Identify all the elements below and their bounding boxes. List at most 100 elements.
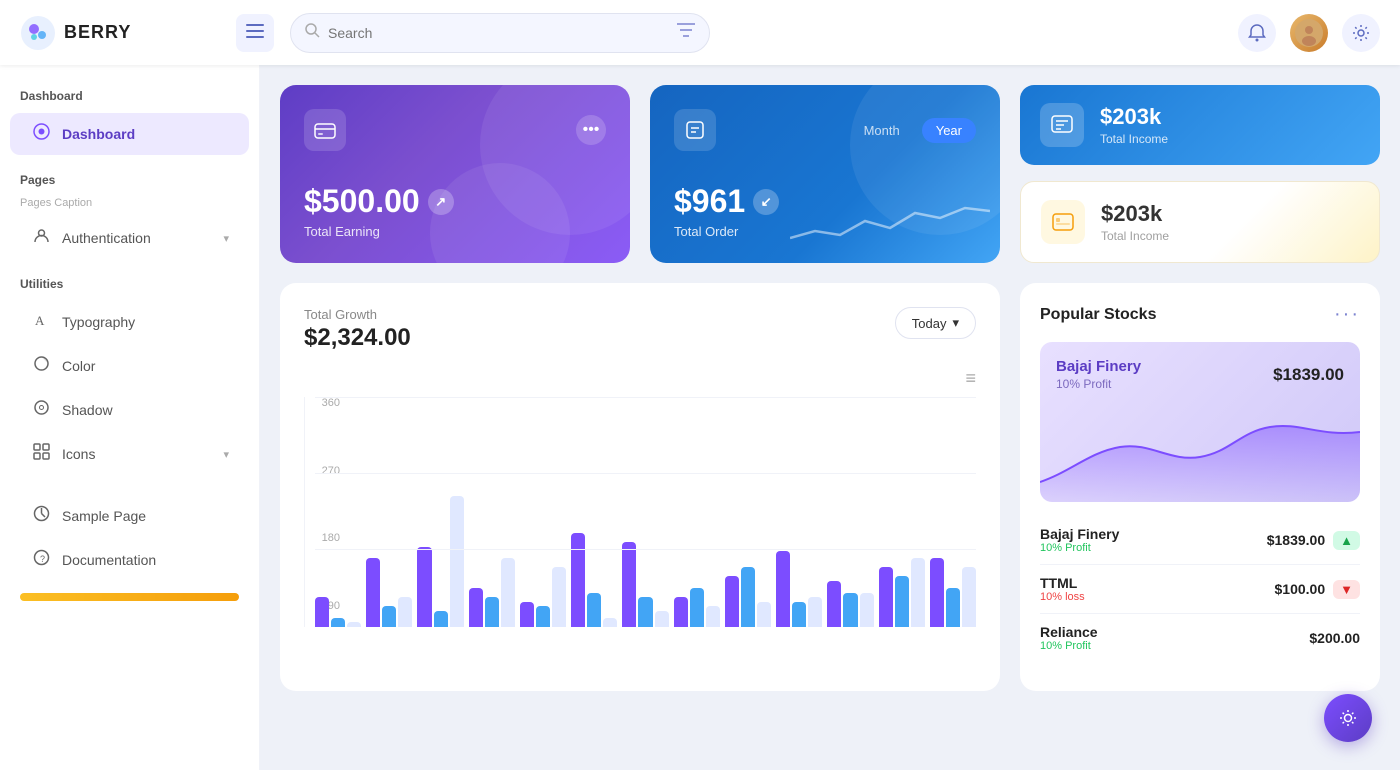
stocks-header: Popular Stocks ··· (1040, 303, 1360, 326)
tab-month-button[interactable]: Month (850, 118, 914, 143)
today-button[interactable]: Today ▾ (895, 307, 976, 339)
bar-group-8 (674, 397, 720, 627)
stock-price-ttml: $100.00 (1275, 581, 1326, 597)
bar-group-7 (622, 397, 668, 627)
total-income-blue-label: Total Income (1100, 132, 1168, 146)
stock-row-ttml: TTML 10% loss $100.00 ▼ (1040, 565, 1360, 614)
settings-button[interactable] (1342, 14, 1380, 52)
pages-caption: Pages Caption (0, 195, 259, 215)
total-income-blue-amount: $203k (1100, 104, 1168, 130)
icons-icon (30, 443, 52, 465)
dropdown-arrow-icon: ▾ (952, 315, 959, 331)
earning-amount: $500.00 ↗ (304, 183, 606, 220)
sidebar-item-icons-label: Icons (62, 446, 213, 462)
sidebar-item-sample-page-label: Sample Page (62, 508, 229, 524)
order-card-icon (674, 109, 716, 151)
income-yellow-icon (1041, 200, 1085, 244)
bar-group-11 (827, 397, 873, 627)
sidebar-item-shadow-label: Shadow (62, 402, 229, 418)
sidebar-item-sample-page[interactable]: Sample Page (10, 495, 249, 537)
featured-stock: Bajaj Finery 10% Profit $1839.00 (1040, 342, 1360, 502)
sidebar-item-authentication-label: Authentication (62, 230, 213, 246)
chevron-down-icon: ▾ (223, 232, 229, 245)
stock-row-bajaj: Bajaj Finery 10% Profit $1839.00 ▲ (1040, 516, 1360, 565)
sidebar-item-shadow[interactable]: Shadow (10, 389, 249, 431)
bar-group-9 (725, 397, 771, 627)
svg-text:A: A (35, 313, 45, 328)
total-income-yellow-label: Total Income (1101, 229, 1169, 243)
header-right (1238, 14, 1380, 52)
sidebar-yellow-bar (20, 593, 239, 601)
stock-badge-bajaj: ▲ (1333, 531, 1360, 550)
search-input[interactable] (328, 25, 669, 41)
wave-chart (790, 193, 990, 253)
stock-sub-ttml: 10% loss (1040, 591, 1085, 603)
sidebar-item-icons[interactable]: Icons ▾ (10, 433, 249, 475)
featured-stock-profit: 10% Profit (1056, 377, 1141, 391)
chart-menu-icon[interactable]: ≡ (965, 368, 976, 389)
menu-icon (246, 24, 264, 41)
chart-area: 360 270 180 90 (304, 397, 976, 667)
top-cards: ••• $500.00 ↗ Total Earning (280, 85, 1380, 263)
logo: BERRY (20, 15, 220, 51)
sidebar-item-documentation-label: Documentation (62, 552, 229, 568)
sidebar: Dashboard Dashboard Pages Pages Caption … (0, 65, 260, 770)
bar-group-5 (520, 397, 566, 627)
bottom-row: Total Growth $2,324.00 Today ▾ ≡ 3 (280, 283, 1380, 691)
notifications-button[interactable] (1238, 14, 1276, 52)
stocks-list: Bajaj Finery 10% Profit $1839.00 ▲ TTML … (1040, 516, 1360, 662)
sidebar-item-dashboard[interactable]: Dashboard (10, 113, 249, 155)
total-income-blue-card: $203k Total Income (1020, 85, 1380, 165)
search-bar (290, 13, 710, 53)
stocks-card: Popular Stocks ··· Bajaj Finery 10% Prof… (1020, 283, 1380, 691)
utilities-section-title: Utilities (0, 273, 259, 299)
chart-amount: $2,324.00 (304, 324, 411, 352)
earning-card-icon (304, 109, 346, 151)
typography-icon: A (30, 311, 52, 333)
svg-text:?: ? (40, 554, 45, 564)
color-icon (30, 355, 52, 377)
total-income-yellow-amount: $203k (1101, 201, 1169, 227)
sample-page-icon (30, 505, 52, 527)
right-cards: $203k Total Income $203k Total Income (1020, 85, 1380, 263)
stock-sub-reliance: 10% Profit (1040, 640, 1098, 652)
featured-stock-name: Bajaj Finery (1056, 358, 1141, 375)
sidebar-item-dashboard-label: Dashboard (62, 126, 229, 142)
order-tabs: Month Year (850, 118, 976, 143)
earning-card-menu-button[interactable]: ••• (576, 115, 606, 145)
sidebar-item-color[interactable]: Color (10, 345, 249, 387)
bar-group-6 (571, 397, 617, 627)
dashboard-section-title: Dashboard (0, 85, 259, 111)
bar-group-4 (469, 397, 515, 627)
stocks-more-button[interactable]: ··· (1334, 303, 1360, 326)
pages-section-title: Pages (0, 169, 259, 195)
tab-year-button[interactable]: Year (922, 118, 976, 143)
stock-price-bajaj: $1839.00 (1267, 532, 1325, 548)
chevron-down-icon-2: ▾ (223, 448, 229, 461)
total-income-yellow-card: $203k Total Income (1020, 181, 1380, 263)
filter-icon[interactable] (677, 23, 695, 42)
bar-group-12 (879, 397, 925, 627)
sidebar-item-documentation[interactable]: ? Documentation (10, 539, 249, 581)
header: BERRY (0, 0, 1400, 65)
sidebar-item-authentication[interactable]: Authentication ▾ (10, 217, 249, 259)
avatar[interactable] (1290, 14, 1328, 52)
chart-card: Total Growth $2,324.00 Today ▾ ≡ 3 (280, 283, 1000, 691)
floating-gear-button[interactable] (1324, 694, 1372, 742)
menu-toggle-button[interactable] (236, 14, 274, 52)
shadow-icon (30, 399, 52, 421)
featured-stock-price: $1839.00 (1273, 365, 1344, 385)
main-layout: Dashboard Dashboard Pages Pages Caption … (0, 65, 1400, 770)
income-blue-icon (1040, 103, 1084, 147)
bar-group-1 (315, 397, 361, 627)
sidebar-item-typography[interactable]: A Typography (10, 301, 249, 343)
order-trend-icon: ↙ (753, 189, 779, 215)
stock-name-reliance: Reliance (1040, 624, 1098, 640)
stock-badge-ttml: ▼ (1333, 580, 1360, 599)
stocks-title: Popular Stocks (1040, 306, 1156, 324)
stock-sub-bajaj: 10% Profit (1040, 542, 1119, 554)
search-icon (305, 23, 320, 43)
earning-trend-icon: ↗ (428, 189, 454, 215)
order-card: Month Year $961 ↙ Total Order (650, 85, 1000, 263)
stock-name-bajaj: Bajaj Finery (1040, 526, 1119, 542)
